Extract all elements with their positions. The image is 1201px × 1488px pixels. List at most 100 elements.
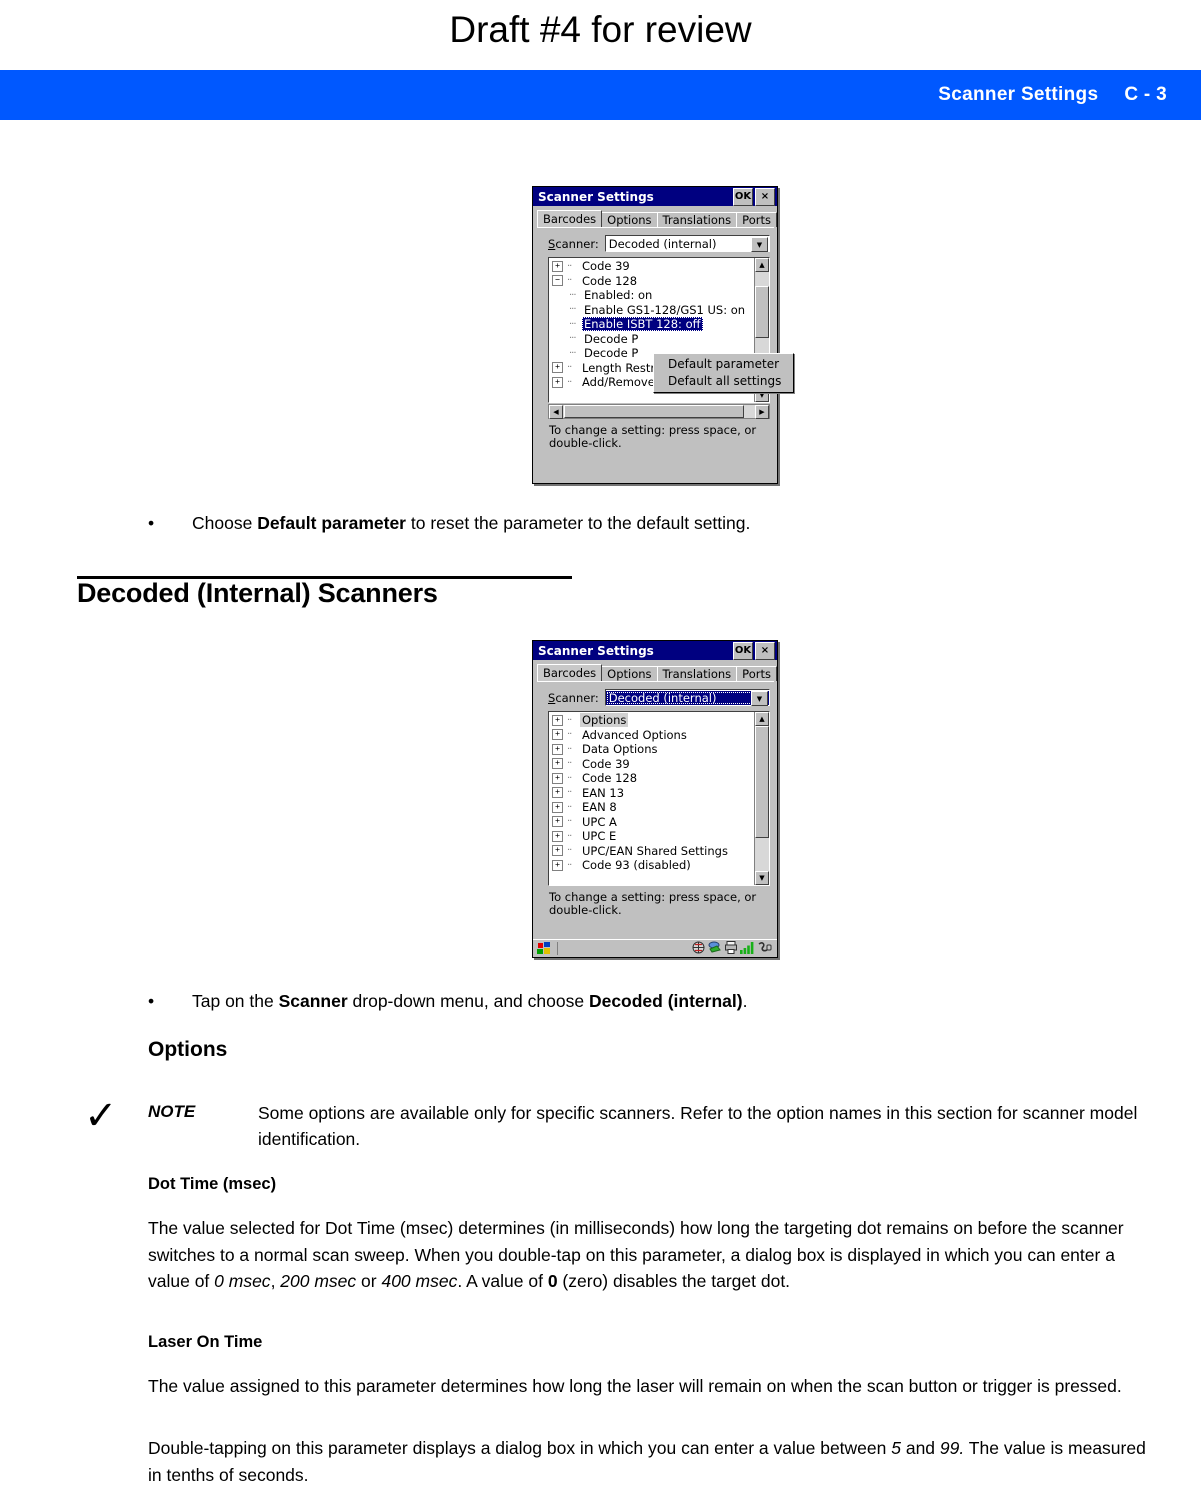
tree-item-code-128[interactable]: + ·· Code 128 (552, 771, 754, 786)
tree-item-label: Enable ISBT 128: off (582, 317, 703, 332)
expand-plus-icon[interactable]: + (552, 743, 563, 755)
paragraph-laser-on-time-1: The value assigned to this parameter det… (148, 1376, 1122, 1396)
tree-item-options[interactable]: + ·· Options (552, 713, 754, 728)
page-title: Decoded (Internal) Scanners (77, 578, 438, 608)
tree-item-upc-e[interactable]: + ·· UPC E (552, 829, 754, 844)
barcode-tree[interactable]: + ·· Options + ·· Advanced Options + ·· Data O… (549, 712, 754, 885)
tab-ports[interactable]: Ports (736, 666, 777, 681)
expand-plus-icon[interactable]: + (552, 801, 563, 813)
tab-translations[interactable]: Translations (656, 212, 738, 227)
system-tray[interactable] (692, 940, 775, 957)
power-plug-icon[interactable] (758, 941, 772, 957)
tree-item-code-39[interactable]: + ·· Code 39 (552, 757, 754, 772)
expand-plus-icon[interactable]: + (552, 859, 563, 871)
tab-barcodes[interactable]: Barcodes (537, 664, 603, 681)
menu-item-default-parameter[interactable]: Default parameter (654, 356, 793, 373)
tree-item-label: Decode P (584, 346, 639, 361)
tree-item-ean-13[interactable]: + ·· EAN 13 (552, 786, 754, 801)
tree-item-advanced-options[interactable]: + ·· Advanced Options (552, 728, 754, 743)
expand-plus-icon[interactable]: + (552, 729, 563, 741)
chevron-down-icon[interactable]: ▼ (751, 691, 768, 706)
tab-strip[interactable]: Barcodes Options Translations Ports (533, 206, 777, 227)
expand-plus-icon[interactable]: + (552, 772, 563, 784)
tree-item[interactable]: − ·· Code 128 (552, 274, 754, 289)
hscrollbar-thumb[interactable] (564, 405, 744, 418)
chevron-down-icon[interactable]: ▼ (751, 237, 768, 252)
dialog-title-text: Scanner Settings (538, 643, 654, 658)
dialog-hint-text: To change a setting: press space, or dou… (549, 890, 757, 917)
bullet-text-before: Tap on the (192, 991, 279, 1011)
tab-strip[interactable]: Barcodes Options Translations Ports (533, 660, 777, 681)
signal-strength-icon[interactable] (740, 941, 755, 957)
bullet-marker: • (148, 513, 155, 533)
ok-button[interactable]: OK (733, 642, 753, 660)
tree-item-ean-8[interactable]: + ·· EAN 8 (552, 800, 754, 815)
dot-time-value-400: 400 msec (381, 1271, 458, 1291)
running-header-bar: Scanner Settings C - 3 (0, 70, 1201, 120)
tree-item-upc-a[interactable]: + ·· UPC A (552, 815, 754, 830)
scanner-dropdown[interactable]: Decoded (internal) ▼ (604, 235, 770, 252)
paragraph-laser-on-time-2: Double-tapping on this parameter display… (148, 1435, 1148, 1488)
barcode-tree-panel[interactable]: + ·· Options + ·· Advanced Options + ·· Data O… (548, 711, 770, 886)
scanner-settings-dialog-context-menu[interactable]: Scanner Settings OK × Barcodes Options T… (532, 186, 795, 484)
expand-plus-icon[interactable]: + (552, 376, 563, 388)
tree-item-label: Code 128 (582, 273, 638, 288)
scrollbar-thumb[interactable] (755, 726, 769, 838)
tree-item[interactable]: ··· Enabled: on (552, 288, 754, 303)
scanner-settings-dialog-barcodes[interactable]: Scanner Settings OK × Barcodes Options T… (532, 640, 778, 958)
close-icon[interactable]: × (755, 188, 775, 206)
tree-item[interactable]: ··· Enable GS1-128/GS1 US: on (552, 303, 754, 318)
laser-value-max: 99. (939, 1438, 965, 1458)
scroll-right-icon[interactable]: ▶ (755, 404, 769, 419)
tree-connector: ··· (569, 318, 577, 330)
tab-options[interactable]: Options (601, 212, 658, 227)
expand-plus-icon[interactable]: + (552, 714, 563, 726)
network-globe-icon[interactable] (692, 941, 705, 957)
scroll-left-icon[interactable]: ◀ (549, 404, 563, 419)
tab-ports[interactable]: Ports (736, 212, 777, 227)
ok-button[interactable]: OK (733, 188, 753, 206)
tab-translations[interactable]: Translations (656, 666, 738, 681)
tree-item-selected[interactable]: ··· Enable ISBT 128: off (552, 317, 754, 332)
tree-item[interactable]: ··· Decode P (552, 332, 754, 347)
expand-plus-icon[interactable]: + (552, 787, 563, 799)
horizontal-scrollbar[interactable]: ◀ ▶ (548, 404, 770, 419)
tree-item-label: Decode P (584, 331, 639, 346)
close-icon[interactable]: × (755, 642, 775, 660)
note-label: NOTE (148, 1102, 196, 1121)
tree-item-code-93[interactable]: + ·· Code 93 (disabled) (552, 858, 754, 873)
scanner-dropdown[interactable]: Decoded (internal) ▼ (604, 689, 770, 706)
tree-item[interactable]: + ·· Code 39 (552, 259, 754, 274)
dot-time-text-e: (zero) disables the target dot. (557, 1271, 791, 1291)
tree-connector: ··· (569, 347, 577, 359)
context-menu[interactable]: Default parameter Default all settings (653, 353, 795, 393)
expand-plus-icon[interactable]: + (552, 816, 563, 828)
scroll-up-icon[interactable]: ▲ (755, 712, 769, 726)
tree-item-label: Code 128 (582, 771, 638, 786)
bullet-text-bold-1: Scanner (278, 991, 348, 1011)
bullet-item-default-parameter: • Choose Default parameter to reset the … (148, 510, 750, 536)
tab-options[interactable]: Options (601, 666, 658, 681)
scrollbar-thumb[interactable] (755, 286, 769, 338)
dot-time-value-200: 200 msec (280, 1271, 357, 1291)
expand-plus-icon[interactable]: + (552, 758, 563, 770)
scroll-down-icon[interactable]: ▼ (755, 871, 769, 885)
menu-item-default-all-settings[interactable]: Default all settings (654, 373, 793, 390)
windows-start-icon[interactable] (535, 942, 553, 956)
expand-plus-icon[interactable]: + (552, 260, 563, 272)
activesync-icon[interactable] (708, 941, 722, 956)
printer-icon[interactable] (725, 940, 737, 957)
vertical-scrollbar[interactable]: ▲ ▼ (754, 712, 769, 885)
expand-plus-icon[interactable]: + (552, 362, 563, 374)
tree-item-data-options[interactable]: + ·· Data Options (552, 742, 754, 757)
tree-item-upc-ean-shared-settings[interactable]: + ·· UPC/EAN Shared Settings (552, 844, 754, 859)
expand-plus-icon[interactable]: + (552, 845, 563, 857)
collapse-minus-icon[interactable]: − (552, 275, 563, 287)
dot-time-text-d: . A value of (457, 1271, 548, 1291)
scroll-up-icon[interactable]: ▲ (755, 258, 769, 272)
expand-plus-icon[interactable]: + (552, 830, 563, 842)
device-taskbar[interactable] (533, 939, 777, 957)
tree-item-label: Code 93 (disabled) (582, 858, 691, 873)
tab-barcodes[interactable]: Barcodes (537, 210, 603, 227)
tree-item-label: UPC E (582, 829, 617, 844)
